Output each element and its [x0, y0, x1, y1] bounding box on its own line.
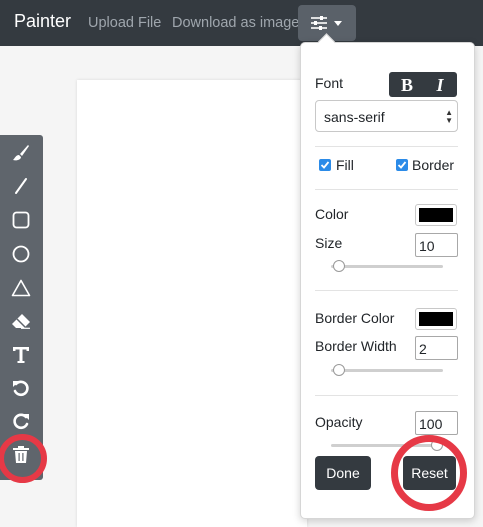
slider-thumb[interactable] — [431, 439, 443, 451]
border-label: Border — [412, 157, 455, 173]
rectangle-icon[interactable] — [8, 207, 34, 233]
font-label: Font — [315, 75, 344, 91]
reset-button[interactable]: Reset — [403, 456, 456, 490]
border-color-picker[interactable] — [415, 308, 457, 330]
color-picker[interactable] — [415, 204, 457, 226]
opacity-input[interactable]: 100 — [415, 411, 458, 435]
font-style-group: B I — [389, 72, 457, 97]
circle-icon[interactable] — [8, 241, 34, 267]
border-width-input[interactable]: 2 — [415, 336, 458, 360]
brand[interactable]: Painter — [14, 11, 71, 32]
settings-popover: Font B I sans-serif ▲ ▼ Fill Border Color… — [300, 33, 475, 519]
redo-icon[interactable] — [8, 408, 34, 434]
color-label: Color — [315, 206, 349, 222]
sliders-icon — [311, 16, 327, 30]
divider — [315, 395, 458, 396]
font-family-select[interactable]: sans-serif ▲ ▼ — [315, 100, 458, 132]
chevron-down-icon — [334, 21, 342, 26]
opacity-label: Opacity — [315, 414, 363, 430]
border-checkbox[interactable] — [396, 159, 408, 171]
slider-thumb[interactable] — [333, 260, 345, 272]
select-arrows-icon: ▲ ▼ — [445, 108, 453, 125]
eraser-icon[interactable] — [8, 308, 34, 334]
fill-checkbox[interactable] — [319, 159, 331, 171]
upload-file-link[interactable]: Upload File — [88, 15, 161, 31]
slider-thumb[interactable] — [333, 364, 345, 376]
brush-icon[interactable] — [8, 140, 34, 166]
done-button[interactable]: Done — [315, 456, 371, 490]
size-input[interactable]: 10 — [415, 233, 458, 257]
font-family-value: sans-serif — [324, 109, 385, 125]
size-label: Size — [315, 235, 343, 251]
trash-icon[interactable] — [8, 442, 34, 468]
checkmark-icon — [320, 161, 330, 169]
drawing-canvas[interactable] — [77, 80, 307, 527]
divider — [315, 290, 458, 291]
italic-button[interactable]: I — [425, 75, 455, 96]
size-slider[interactable] — [331, 260, 443, 272]
checkmark-icon — [397, 161, 407, 169]
fill-label: Fill — [336, 157, 354, 173]
undo-icon[interactable] — [8, 375, 34, 401]
line-icon[interactable] — [8, 173, 34, 199]
divider — [315, 146, 458, 147]
download-image-link[interactable]: Download as image — [172, 15, 299, 31]
tool-palette — [0, 135, 43, 480]
opacity-slider[interactable] — [331, 439, 443, 451]
text-icon[interactable] — [8, 342, 34, 368]
navbar: Painter Upload File Download as image — [0, 0, 483, 46]
divider — [315, 189, 458, 190]
bold-button[interactable]: B — [392, 75, 422, 96]
border-width-slider[interactable] — [331, 364, 443, 376]
border-width-label: Border Width — [315, 338, 397, 354]
triangle-icon[interactable] — [8, 275, 34, 301]
border-color-label: Border Color — [315, 310, 395, 326]
